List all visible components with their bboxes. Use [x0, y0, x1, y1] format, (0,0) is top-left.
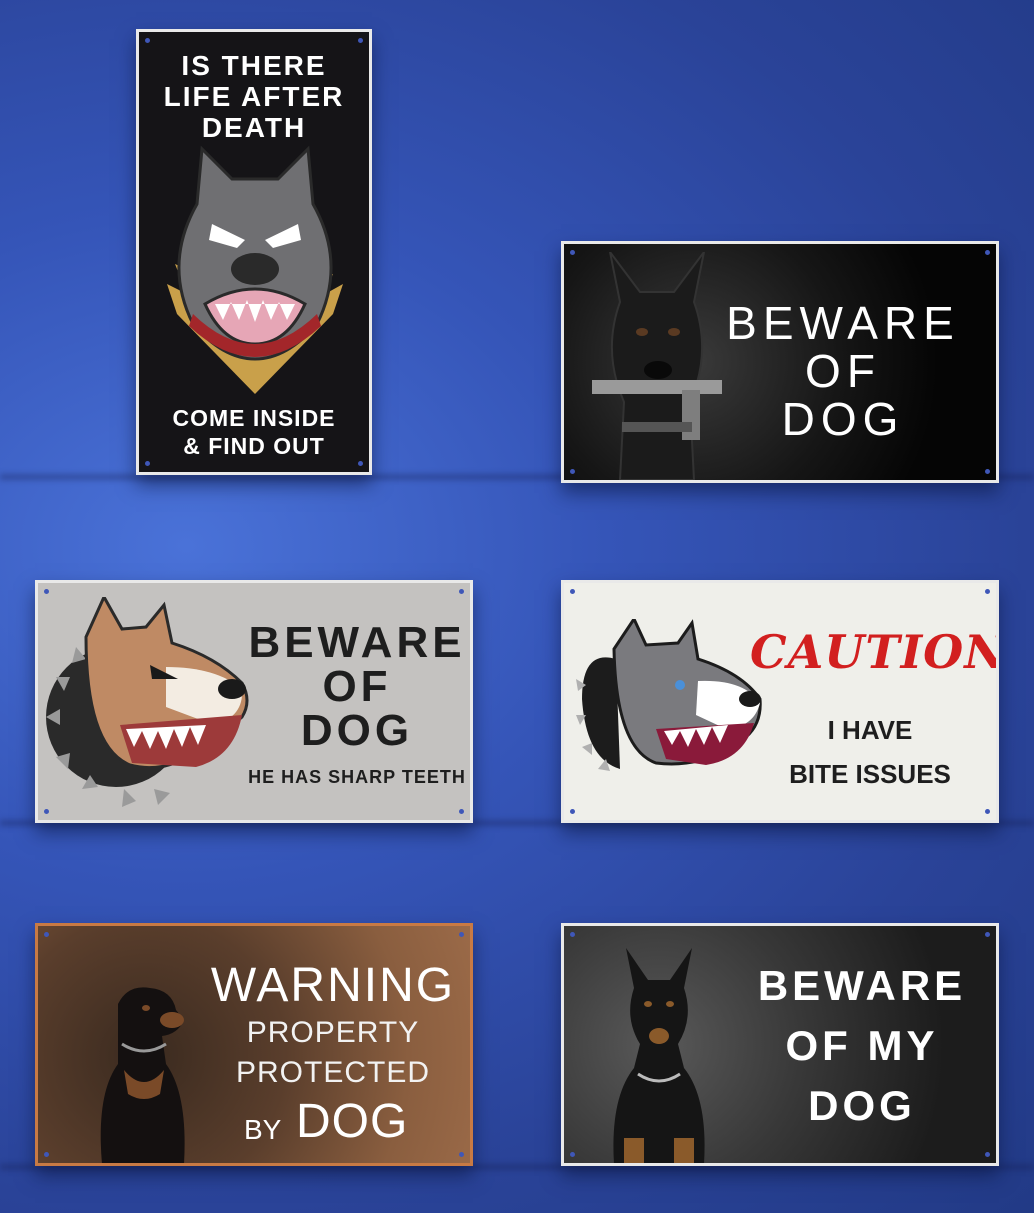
- pitbull-head-icon: [167, 145, 343, 394]
- screw: [985, 1152, 990, 1157]
- sign-beware-of-dog-sharp-teeth: BEWARE OF DOG HE HAS SHARP TEETH: [35, 580, 473, 823]
- sign-beware-of-my-dog: BEWARE OF MY DOG: [561, 923, 999, 1166]
- rottweiler-icon: [100, 987, 185, 1163]
- sign-warning-property-protected: WARNING PROPERTY PROTECTED BY DOG: [35, 923, 473, 1166]
- screw: [459, 589, 464, 594]
- screw: [985, 932, 990, 937]
- doberman-icon: [613, 948, 705, 1163]
- screw: [459, 932, 464, 937]
- screw: [44, 589, 49, 594]
- screw: [985, 809, 990, 814]
- screw: [44, 932, 49, 937]
- sign-line: BITE ISSUES: [789, 759, 951, 789]
- sign-title: CAUTION: [750, 625, 999, 679]
- sign-headline: BEWARE OF DOG: [248, 618, 466, 755]
- pitbull-snarl-icon: [46, 597, 249, 807]
- sign-dog: DOG: [296, 1095, 409, 1148]
- sign-headline: IS THERE LIFE AFTER DEATH: [163, 50, 345, 143]
- screw: [570, 809, 575, 814]
- sign-life-after-death: IS THERE LIFE AFTER DEATH COME INSIDE & FIN…: [136, 29, 372, 475]
- sign-headline: BEWARE OF DOG: [726, 297, 960, 445]
- sign-headline: BEWARE OF MY DOG: [757, 962, 967, 1129]
- screw: [985, 250, 990, 255]
- screw: [358, 461, 363, 466]
- sign-footer: COME INSIDE & FIND OUT: [172, 405, 336, 459]
- sign-line: PROPERTY: [246, 1016, 420, 1049]
- screw: [459, 1152, 464, 1157]
- screw: [985, 589, 990, 594]
- screw: [459, 809, 464, 814]
- sign-line: I HAVE: [827, 715, 913, 745]
- sign-beware-of-dog-doberman: BEWARE OF DOG: [561, 241, 999, 483]
- sign-by: BY: [244, 1114, 282, 1145]
- screw: [44, 1152, 49, 1157]
- sign-subtitle: HE HAS SHARP TEETH: [248, 767, 466, 787]
- sign-title: WARNING: [210, 959, 456, 1012]
- sign-line: PROTECTED: [235, 1056, 430, 1089]
- screw: [570, 1152, 575, 1157]
- screw: [145, 38, 150, 43]
- screw: [570, 589, 575, 594]
- sign-caution-bite-issues: CAUTION I HAVE BITE ISSUES: [561, 580, 999, 823]
- screw: [358, 38, 363, 43]
- screw: [570, 469, 575, 474]
- screw: [145, 461, 150, 466]
- pitbull-spiked-collar-icon: [576, 619, 762, 771]
- screw: [570, 250, 575, 255]
- screw: [985, 469, 990, 474]
- screw: [570, 932, 575, 937]
